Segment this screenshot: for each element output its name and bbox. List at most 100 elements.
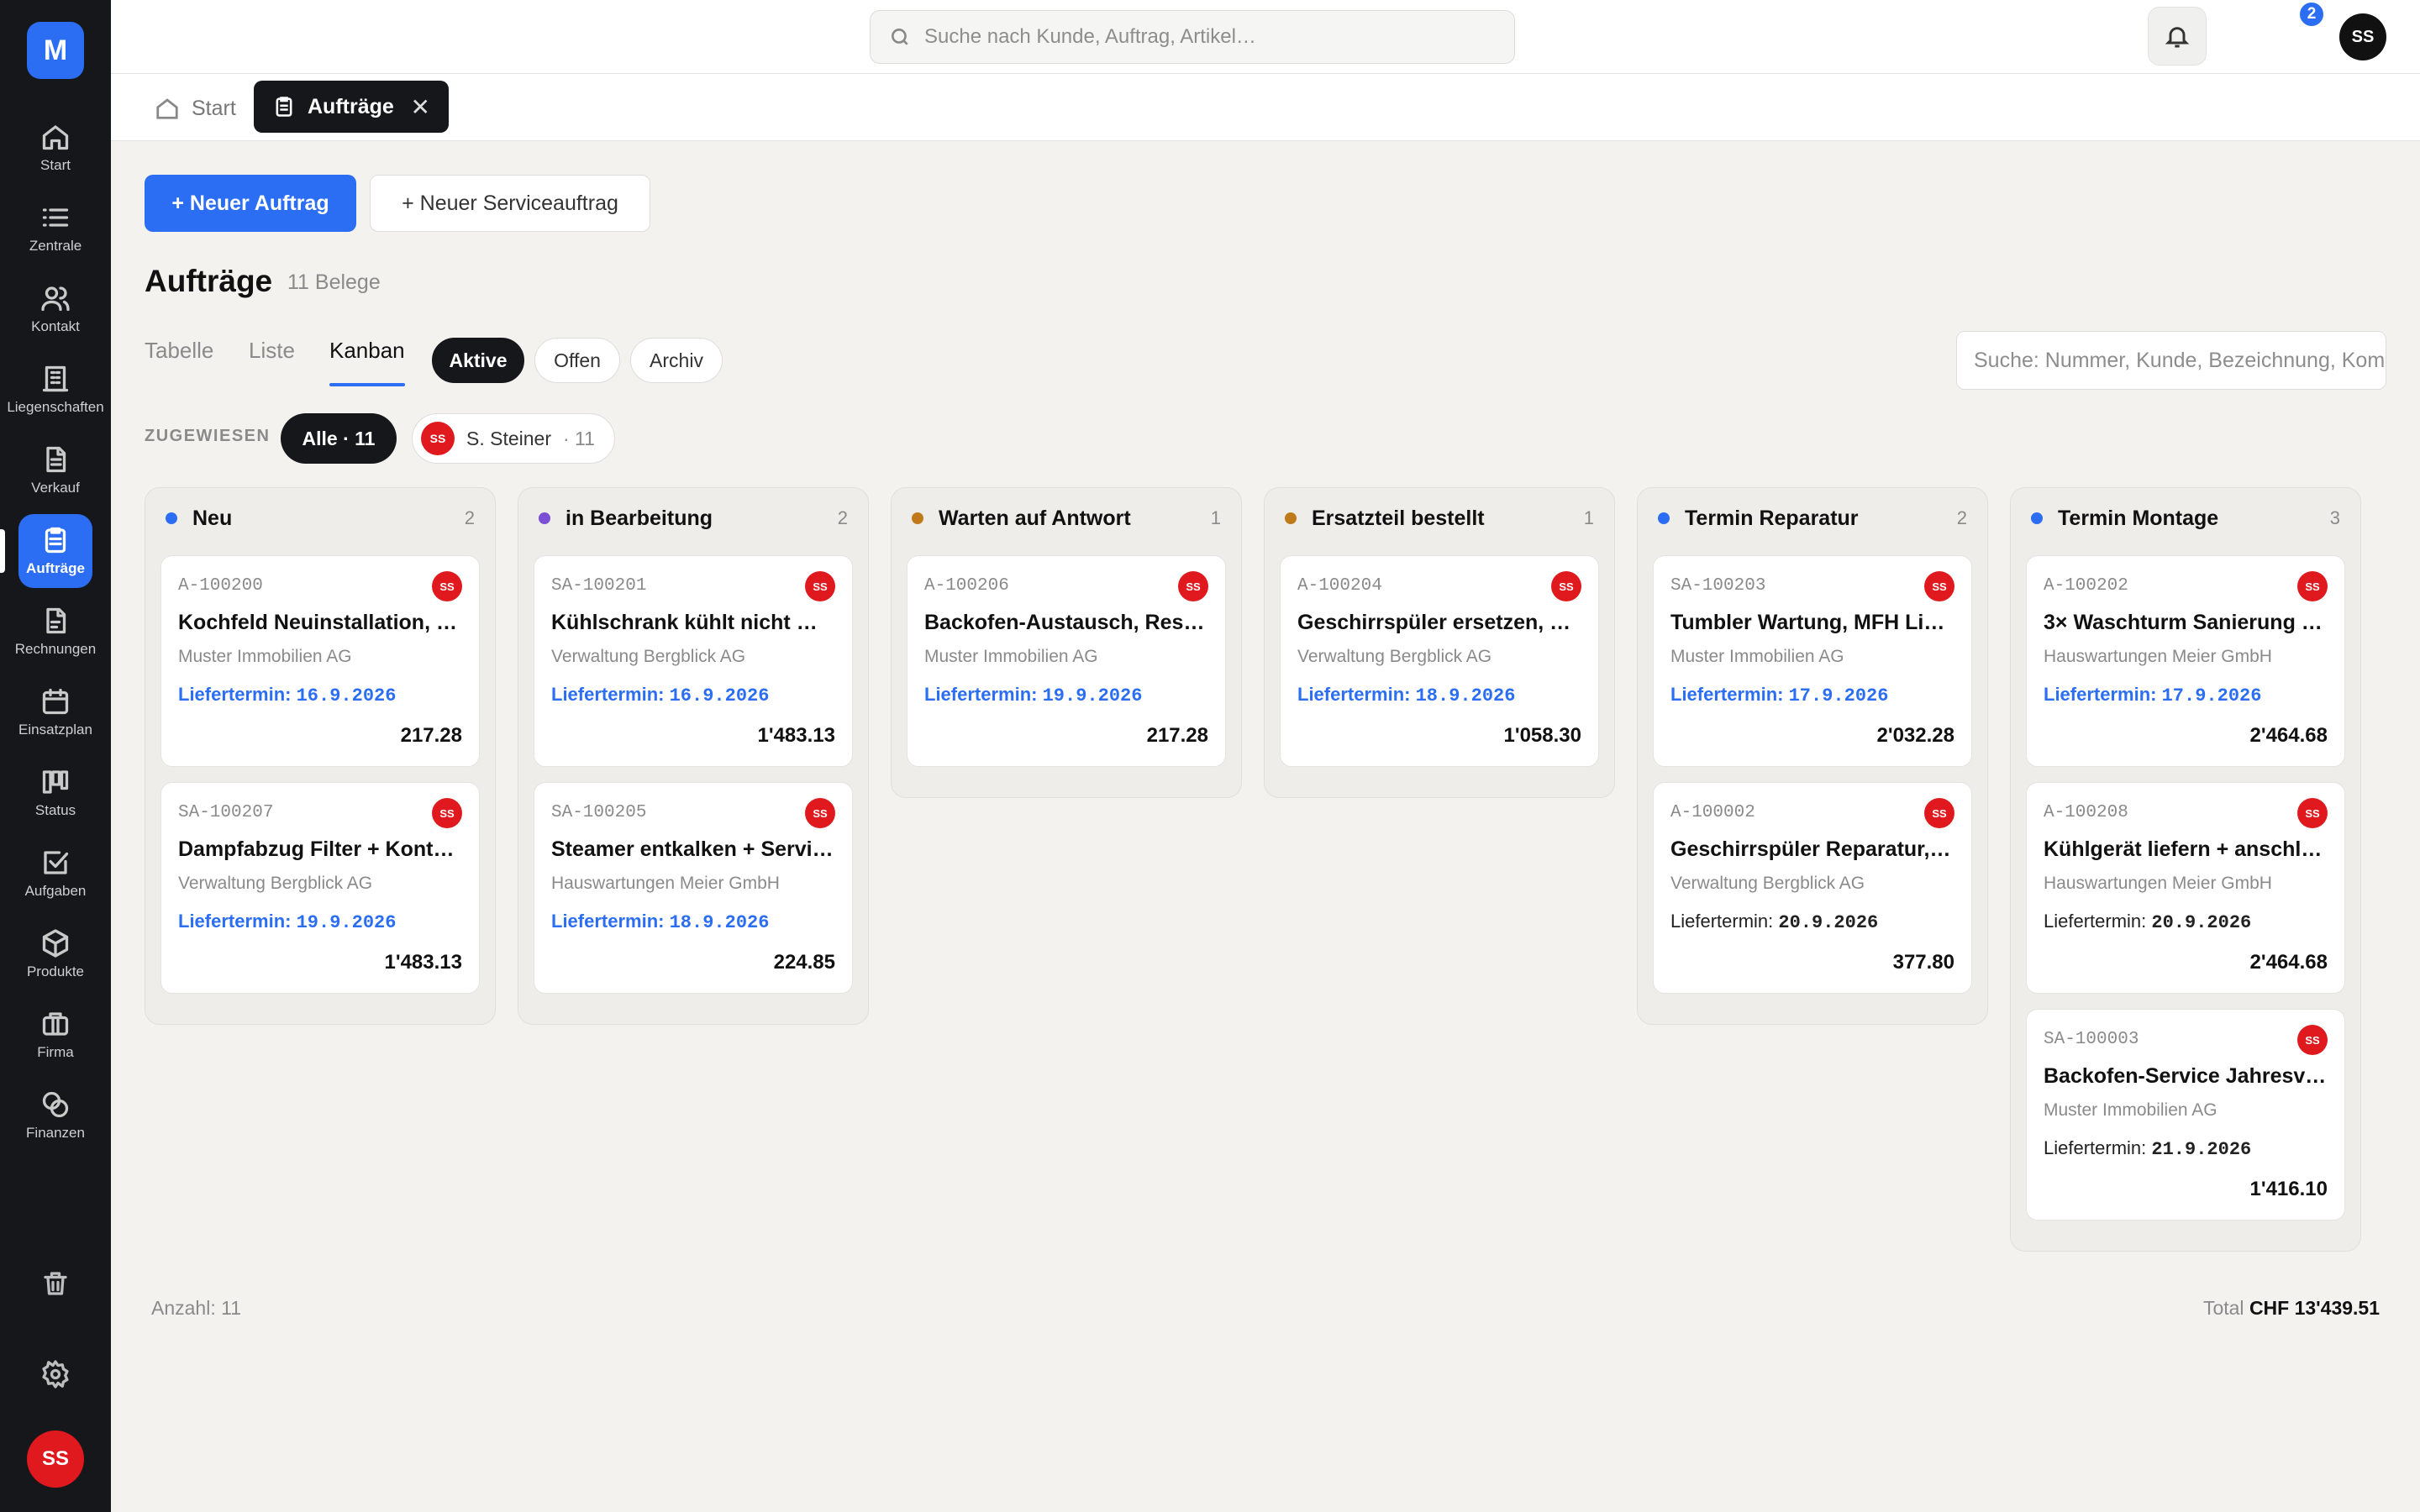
sidebar-item-start[interactable]: Start <box>0 108 111 188</box>
delivery-date-value: 17.9.2026 <box>2161 685 2262 706</box>
kanban-column: Warten auf Antwort 1 A-100206 SS Backofen-Au… <box>891 487 1242 798</box>
column-header: Termin Reparatur 2 <box>1653 503 1972 533</box>
trash-icon[interactable] <box>40 1268 71 1299</box>
order-title: Backofen-Austausch, Restaurant <box>924 611 1208 634</box>
order-card[interactable]: A-100208 SS Kühlgerät liefern + anschliess… <box>2026 782 2345 994</box>
delivery-date-label: Liefertermin: <box>551 911 665 932</box>
column-title: in Bearbeitung <box>566 506 713 530</box>
order-title: Steamer entkalken + Service <box>551 837 835 861</box>
order-card[interactable]: A-100002 SS Geschirrspüler Reparatur, Küch… <box>1653 782 1972 994</box>
delivery-date: Liefertermin: 18.9.2026 <box>551 911 835 933</box>
column-header: Ersatzteil bestellt 1 <box>1280 503 1599 533</box>
global-search[interactable] <box>870 10 1515 64</box>
assignee-avatar: SS <box>805 798 835 828</box>
delivery-date-value: 17.9.2026 <box>1788 685 1889 706</box>
tab-auftraege[interactable]: Aufträge ✕ <box>254 81 449 133</box>
order-card[interactable]: A-100204 SS Geschirrspüler ersetzen, Whg. … <box>1280 555 1599 767</box>
column-count: 2 <box>464 507 475 528</box>
assigned-user-pill[interactable]: SS S. Steiner · 11 <box>412 413 615 464</box>
order-filter-search[interactable] <box>1956 331 2386 390</box>
assigned-all-pill[interactable]: Alle · 11 <box>281 413 397 464</box>
assigned-user-count: · 11 <box>563 427 595 449</box>
order-amount: 377.80 <box>1892 951 1954 974</box>
delivery-date-label: Liefertermin: <box>2044 684 2157 705</box>
view-tab-table[interactable]: Tabelle <box>145 338 213 364</box>
order-customer: Verwaltung Bergblick AG <box>1297 647 1492 666</box>
document-icon <box>46 446 66 473</box>
notifications-button[interactable] <box>2148 7 2207 66</box>
sidebar-item-firma[interactable]: Firma <box>0 995 111 1075</box>
avatar: SS <box>421 422 455 455</box>
filter-open[interactable]: Offen <box>534 338 620 383</box>
view-tab-kanban[interactable]: Kanban <box>329 338 405 364</box>
checkbox-icon <box>44 851 69 874</box>
assigned-label: ZUGEWIESEN <box>145 427 271 445</box>
settings-gear-icon[interactable] <box>40 1359 71 1389</box>
delivery-date-value: 19.9.2026 <box>1042 685 1143 706</box>
assignee-avatar: SS <box>2297 798 2328 828</box>
order-number: SA-100203 <box>1670 576 1766 596</box>
order-amount: 217.28 <box>1146 724 1208 747</box>
new-order-button[interactable]: + Neuer Auftrag <box>145 175 356 232</box>
box-icon <box>42 929 69 958</box>
status-dot <box>1285 512 1297 524</box>
kanban-icon <box>42 770 69 794</box>
sidebar-item-auftraege[interactable]: Aufträge <box>0 514 92 588</box>
order-amount: 2'032.28 <box>1876 724 1954 747</box>
sidebar-item-kontakt[interactable]: Kontakt <box>0 269 111 349</box>
order-card[interactable]: SA-100203 SS Tumbler Wartung, MFH Lindenwe… <box>1653 555 1972 767</box>
order-card[interactable]: A-100200 SS Kochfeld Neuinstallation, Küch… <box>160 555 480 767</box>
order-amount: 2'464.68 <box>2249 724 2328 747</box>
order-card[interactable]: SA-100205 SS Steamer entkalken + Service Ha… <box>534 782 853 994</box>
sidebar-item-aufgaben[interactable]: Aufgaben <box>0 833 111 914</box>
delivery-date: Liefertermin: 16.9.2026 <box>551 684 835 706</box>
order-card[interactable]: SA-100201 SS Kühlschrank kühlt nicht — Rep… <box>534 555 853 767</box>
clipboard-icon <box>276 97 292 117</box>
page-title: Aufträge <box>145 264 273 298</box>
sidebar-item-einsatzplan[interactable]: Einsatzplan <box>0 672 111 753</box>
order-card[interactable]: SA-100003 SS Backofen-Service Jahresvertra… <box>2026 1009 2345 1221</box>
delivery-date-value: 19.9.2026 <box>296 912 397 933</box>
assigned-user-name: S. Steiner <box>466 427 551 449</box>
sidebar-item-label: Firma <box>37 1044 74 1060</box>
close-icon[interactable]: ✕ <box>411 93 430 121</box>
sidebar-item-liegenschaften[interactable]: Liegenschaften <box>0 349 111 430</box>
app-logo[interactable]: M <box>27 22 84 79</box>
filter-active[interactable]: Aktive <box>432 338 524 383</box>
order-title: 3× Waschturm Sanierung Waschküche <box>2044 611 2328 634</box>
order-number: A-100202 <box>2044 576 2128 596</box>
delivery-date-label: Liefertermin: <box>1670 911 1774 932</box>
user-avatar[interactable]: SS <box>27 1431 84 1488</box>
sidebar-item-status[interactable]: Status <box>0 753 111 833</box>
new-service-order-button[interactable]: + Neuer Serviceauftrag <box>370 175 650 232</box>
sidebar-item-finanzen[interactable]: Finanzen <box>0 1075 111 1156</box>
tab-start[interactable]: Start <box>146 89 245 128</box>
delivery-date: Liefertermin: 19.9.2026 <box>178 911 462 933</box>
order-card[interactable]: A-100206 SS Backofen-Austausch, Restaurant… <box>907 555 1226 767</box>
sidebar-item-zentrale[interactable]: Zentrale <box>0 188 111 269</box>
active-tab-indicator <box>329 383 405 386</box>
sidebar-item-rechnungen[interactable]: Rechnungen <box>0 591 111 672</box>
tab-start-label: Start <box>192 96 236 120</box>
assignee-avatar: SS <box>432 571 462 601</box>
view-tab-list[interactable]: Liste <box>249 338 295 364</box>
header-avatar[interactable]: SS <box>2339 13 2386 60</box>
order-card[interactable]: A-100202 SS 3× Waschturm Sanierung Waschkü… <box>2026 555 2345 767</box>
sidebar-item-label: Einsatzplan <box>18 722 92 738</box>
order-title: Kühlschrank kühlt nicht — Reparatur <box>551 611 835 634</box>
sidebar-item-verkauf[interactable]: Verkauf <box>0 430 111 511</box>
status-dot <box>912 512 923 524</box>
total-label: Total <box>2202 1297 2244 1319</box>
order-title: Geschirrspüler ersetzen, Whg. 3 <box>1297 611 1581 634</box>
filter-archive[interactable]: Archiv <box>630 338 723 383</box>
sidebar-item-produkte[interactable]: Produkte <box>0 914 111 995</box>
order-card[interactable]: SA-100207 SS Dampfabzug Filter + Kontrolle… <box>160 782 480 994</box>
briefcase-icon <box>42 1012 69 1036</box>
order-customer: Verwaltung Bergblick AG <box>1670 874 1865 893</box>
order-number: SA-100201 <box>551 576 647 596</box>
order-filter-search-input[interactable] <box>1974 348 2386 373</box>
global-search-input[interactable] <box>924 25 1428 49</box>
column-count: 1 <box>1583 507 1594 528</box>
assignee-avatar: SS <box>1924 798 1954 828</box>
assignee-avatar: SS <box>1178 571 1208 601</box>
